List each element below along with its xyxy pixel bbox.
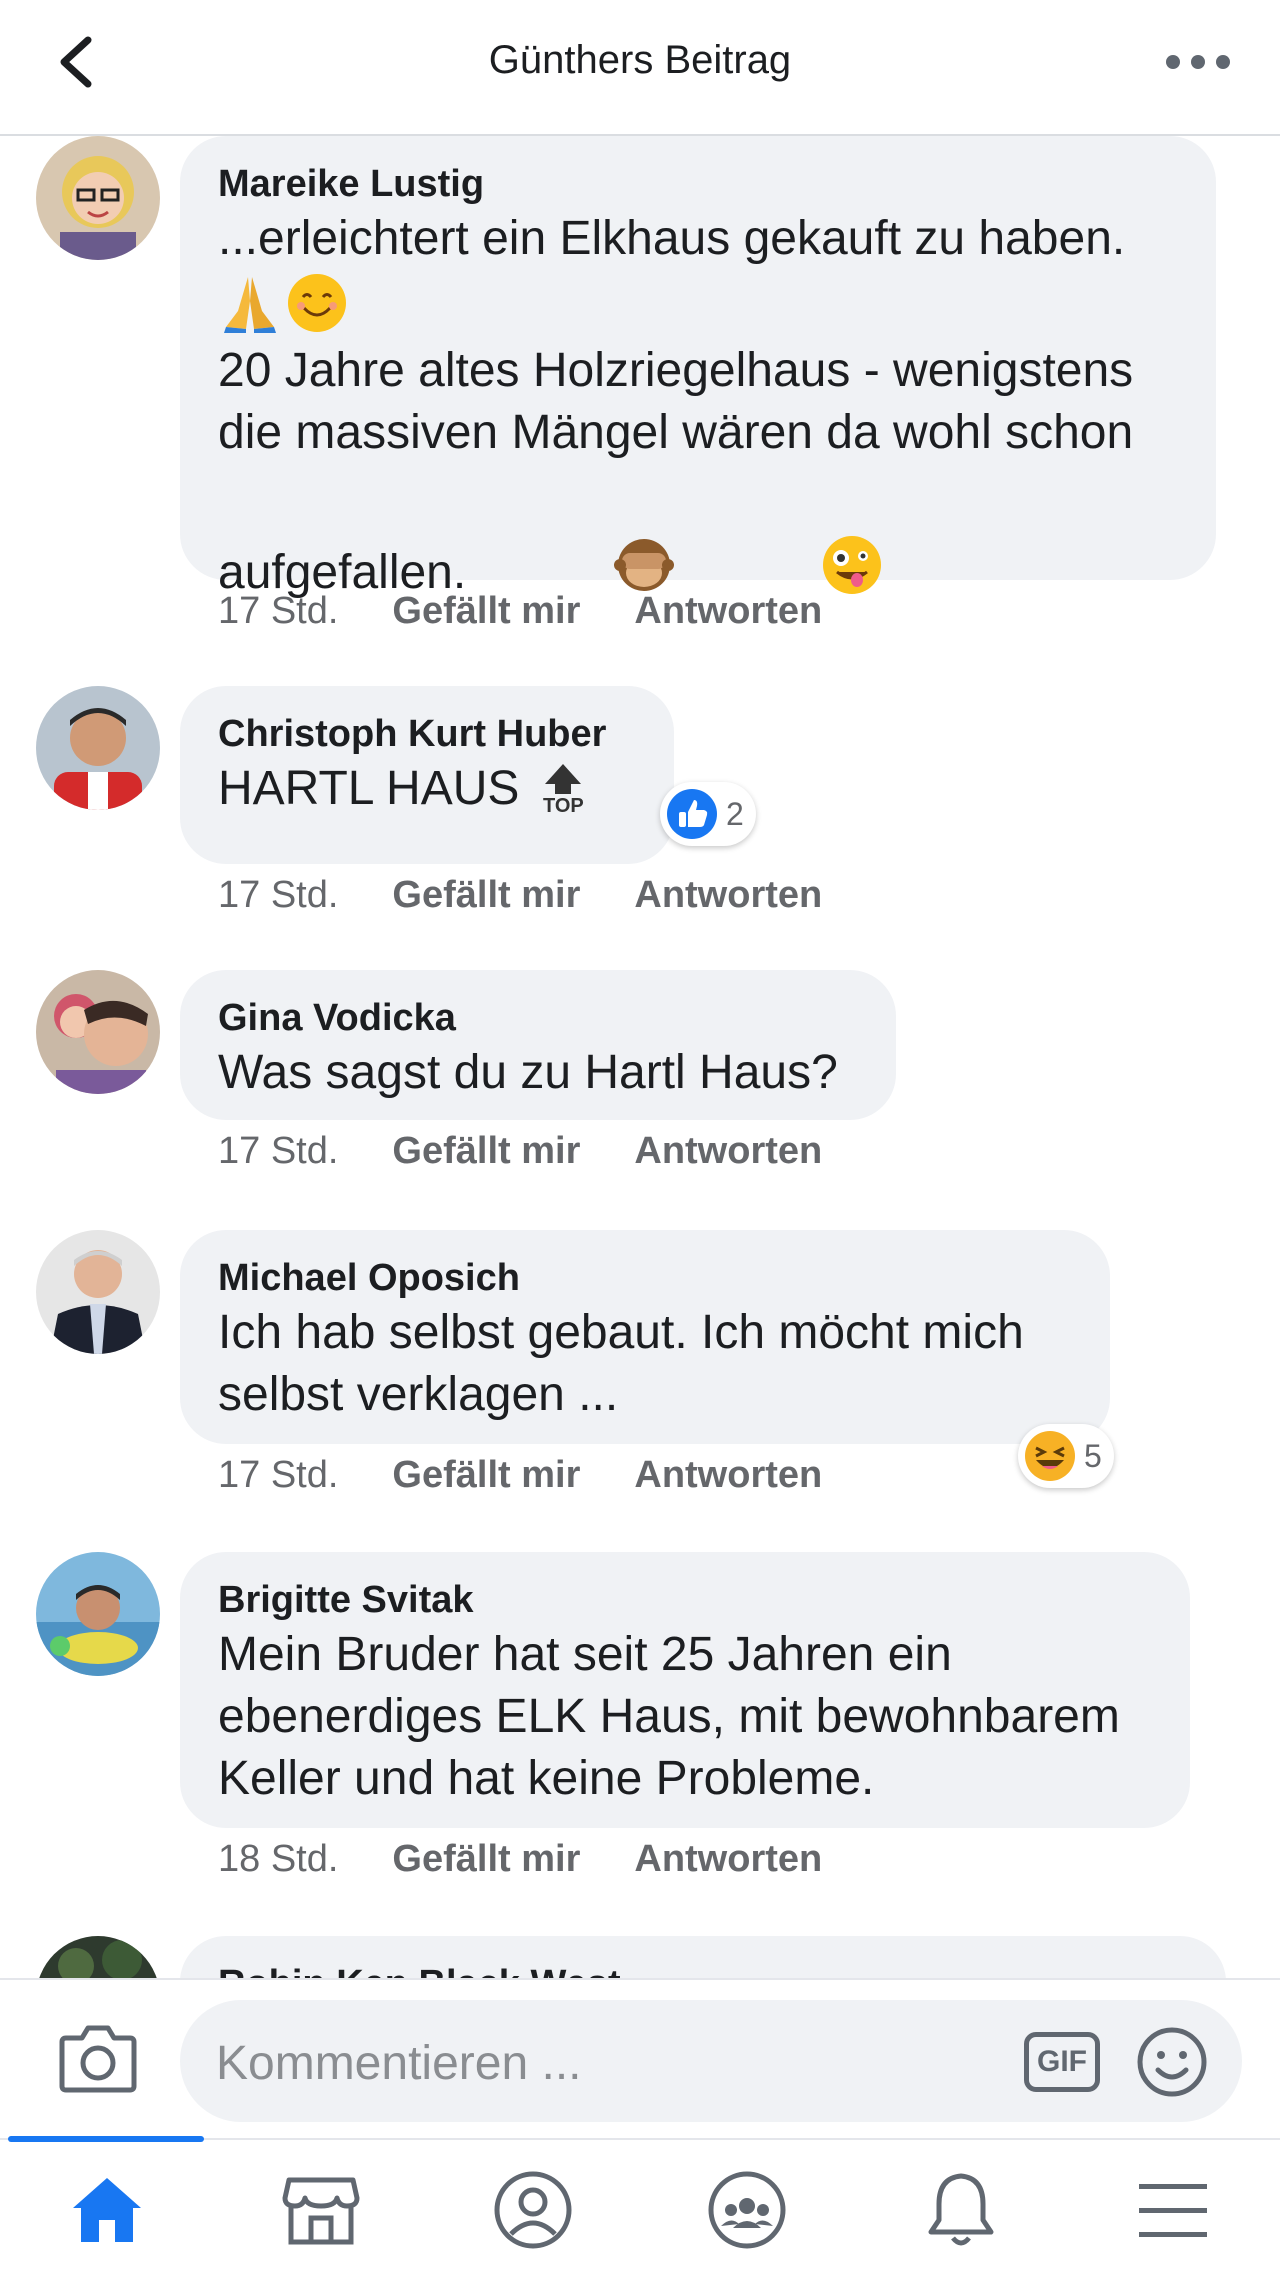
more-options-icon[interactable] [1166, 44, 1230, 80]
reply-button[interactable]: Antworten [634, 590, 822, 633]
reply-button[interactable]: Antworten [634, 1838, 822, 1881]
smiling-face-emoji-icon [286, 272, 348, 339]
comment-bubble[interactable]: Mareike Lustig ...erleichtert ein Elkhau… [180, 136, 1216, 599]
comment-author[interactable]: Mareike Lustig [218, 160, 1178, 208]
comment-text: Mein Bruder hat seit 25 Jahren ein ebene… [218, 1628, 1120, 1805]
comment-actions: 18 Std. Gefällt mir Antworten [218, 1838, 822, 1881]
comment-author[interactable]: Robin Ken Black West [218, 1960, 1188, 1978]
comment-text-row: HARTL HAUS TOP [218, 758, 636, 820]
top-arrow-emoji-icon: TOP [541, 762, 585, 816]
comment-actions: 17 Std. Gefällt mir Antworten [218, 590, 822, 633]
comment-author[interactable]: Gina Vodicka [218, 994, 858, 1042]
reaction-count: 2 [726, 795, 744, 832]
emoji-row [218, 270, 1178, 340]
groups-icon[interactable] [702, 2168, 792, 2252]
comment-bubble[interactable]: Michael Oposich Ich hab selbst gebaut. I… [180, 1230, 1110, 1444]
reaction-count: 5 [1084, 1437, 1102, 1474]
reply-button[interactable]: Antworten [634, 1130, 822, 1173]
comment-list[interactable]: Mareike Lustig ...erleichtert ein Elkhau… [0, 136, 1280, 1978]
comment-text: Ich hab selbst gebaut. Ich möcht mich se… [218, 1306, 1024, 1421]
comment-composer: Kommentieren ... GIF [0, 1978, 1280, 2138]
see-no-evil-monkey-emoji-icon [480, 473, 674, 673]
comment-time[interactable]: 17 Std. [218, 590, 338, 633]
like-reaction-icon [666, 788, 718, 840]
haha-reaction-icon [1024, 1430, 1076, 1482]
comment-time[interactable]: 17 Std. [218, 874, 338, 917]
comment-time[interactable]: 17 Std. [218, 1454, 338, 1497]
like-button[interactable]: Gefällt mir [392, 1130, 580, 1173]
comment-author[interactable]: Christoph Kurt Huber [218, 710, 636, 758]
reaction-summary[interactable]: 5 [1018, 1424, 1114, 1488]
comment-input[interactable]: Kommentieren ... GIF [180, 2000, 1242, 2122]
like-button[interactable]: Gefällt mir [392, 1838, 580, 1881]
top-bar: Günthers Beitrag [0, 0, 1280, 136]
comment-actions: 17 Std. Gefällt mir Antworten [218, 874, 822, 917]
comment-bubble[interactable]: Brigitte Svitak Mein Bruder hat seit 25 … [180, 1552, 1190, 1828]
page-title: Günthers Beitrag [488, 38, 792, 82]
comment-author[interactable]: Michael Oposich [218, 1254, 1072, 1302]
comment-bubble[interactable]: Robin Ken Black West [180, 1936, 1226, 1978]
comment-author[interactable]: Brigitte Svitak [218, 1576, 1152, 1624]
like-button[interactable]: Gefällt mir [392, 1454, 580, 1497]
comment-text: 20 Jahre altes Holzriegelhaus - wenigste… [218, 344, 1134, 459]
avatar[interactable] [36, 1552, 160, 1676]
notifications-icon[interactable] [916, 2168, 1006, 2252]
comment-time[interactable]: 17 Std. [218, 1130, 338, 1173]
emoji-picker-icon[interactable] [1136, 2026, 1208, 2098]
bottom-tab-bar [0, 2136, 1280, 2275]
comment-bubble[interactable]: Gina Vodicka Was sagst du zu Hartl Haus? [180, 970, 896, 1120]
comment-input-placeholder: Kommentieren ... [216, 2037, 582, 2090]
comment-bubble[interactable]: Christoph Kurt Huber HARTL HAUS TOP [180, 686, 674, 864]
active-tab-indicator [8, 2136, 204, 2142]
avatar[interactable] [36, 1936, 160, 1978]
comment-text: ...erleichtert ein Elkhaus gekauft zu ha… [218, 212, 1126, 265]
comment-text: Was sagst du zu Hartl Haus? [218, 1046, 838, 1099]
comment-time[interactable]: 18 Std. [218, 1838, 338, 1881]
avatar[interactable] [36, 136, 160, 260]
like-button[interactable]: Gefällt mir [392, 874, 580, 917]
profile-icon[interactable] [488, 2168, 578, 2252]
reply-button[interactable]: Antworten [634, 874, 822, 917]
comment-text: HARTL HAUS [218, 762, 520, 815]
comment-actions: 17 Std. Gefällt mir Antworten [218, 1454, 822, 1497]
zany-face-emoji-icon [688, 472, 883, 674]
like-button[interactable]: Gefällt mir [392, 590, 580, 633]
avatar[interactable] [36, 686, 160, 810]
home-icon[interactable] [62, 2168, 152, 2252]
top-label: TOP [543, 795, 584, 817]
comment-text-end: aufgefallen. [218, 472, 1178, 674]
reaction-summary[interactable]: 2 [660, 782, 756, 846]
menu-icon[interactable] [1128, 2168, 1218, 2252]
reply-button[interactable]: Antworten [634, 1454, 822, 1497]
avatar[interactable] [36, 970, 160, 1094]
gif-button[interactable]: GIF [1024, 2032, 1100, 2092]
comment-actions: 17 Std. Gefällt mir Antworten [218, 1130, 822, 1173]
marketplace-icon[interactable] [276, 2168, 366, 2252]
avatar[interactable] [36, 1230, 160, 1354]
folded-hands-emoji-icon [218, 271, 282, 340]
camera-icon[interactable] [58, 2020, 138, 2096]
